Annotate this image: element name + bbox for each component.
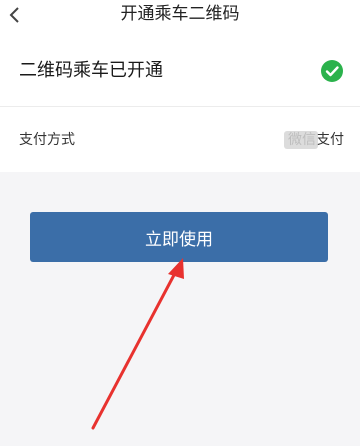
payment-method-value-wrap: 微信支付 (284, 130, 344, 150)
use-now-button[interactable]: 立即使用 (30, 212, 328, 262)
status-row: 二维码乘车已开通 (0, 30, 360, 106)
privacy-blur (284, 131, 318, 149)
status-text: 二维码乘车已开通 (19, 60, 163, 81)
status-card: 二维码乘车已开通 支付方式 微信支付 (0, 30, 360, 172)
nav-bar: 开通乘车二维码 (0, 0, 360, 30)
payment-method-row[interactable]: 支付方式 微信支付 (0, 107, 360, 172)
page-title: 开通乘车二维码 (120, 4, 240, 24)
check-circle-icon (321, 60, 343, 82)
payment-method-label: 支付方式 (19, 132, 75, 148)
use-now-label: 立即使用 (145, 229, 213, 250)
